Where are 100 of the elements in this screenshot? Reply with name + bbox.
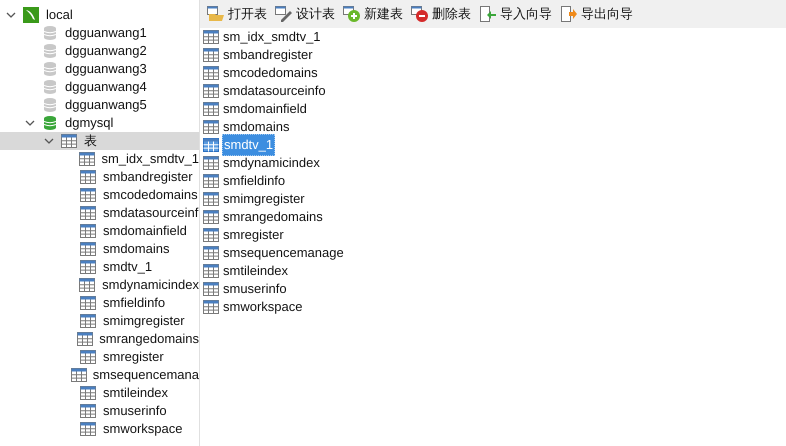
toolbar-button[interactable]: 设计表	[274, 2, 336, 26]
tree-item[interactable]: smbandregister	[0, 168, 199, 186]
table-icon	[78, 152, 95, 166]
table-icon	[77, 332, 94, 346]
table-name[interactable]: smdomainfield	[222, 99, 308, 119]
table-icon	[203, 30, 219, 44]
database-icon	[44, 44, 56, 58]
table-name[interactable]: smbandregister	[222, 45, 314, 65]
tree-label: smdomainfield	[103, 222, 187, 240]
tree-label: smsequencemana	[92, 366, 199, 384]
table-name[interactable]: smfieldinfo	[222, 171, 286, 191]
table-name[interactable]: smworkspace	[222, 297, 304, 317]
table-icon	[203, 102, 219, 116]
table-icon	[80, 422, 96, 436]
table-name[interactable]: smcodedomains	[222, 63, 319, 83]
toolbar-button[interactable]: 新建表	[342, 2, 404, 26]
table-icon	[70, 368, 87, 382]
tree-label: sm_idx_smdtv_1	[101, 150, 199, 168]
table-name[interactable]: smsequencemanage	[222, 243, 345, 263]
tree-item[interactable]: smdomains	[0, 240, 199, 258]
tree-item[interactable]: smtileindex	[0, 384, 199, 402]
table-icon	[80, 314, 96, 328]
table-icon	[203, 174, 219, 188]
table-name[interactable]: smrangedomains	[222, 207, 324, 227]
tree-item[interactable]: dgguanwang3	[0, 60, 199, 78]
tree-label: dgguanwang5	[65, 96, 147, 114]
table-icon	[203, 84, 219, 98]
table-name[interactable]: sm_idx_smdtv_1	[222, 27, 322, 47]
table-name[interactable]: smdynamicindex	[222, 153, 321, 173]
tree-label: smrangedomains	[99, 330, 199, 348]
table-icon	[80, 206, 96, 220]
tree-label: smregister	[103, 348, 164, 366]
tree-label: dgguanwang4	[65, 78, 147, 96]
table-icon	[203, 282, 219, 296]
table-icon	[79, 278, 96, 292]
chevron-icon[interactable]	[6, 11, 16, 19]
table-name[interactable]: smdomains	[222, 117, 290, 137]
tree-item[interactable]: sm_idx_smdtv_1	[0, 150, 199, 168]
table-icon	[80, 296, 96, 310]
toolbar-button[interactable]: 导出向导	[559, 2, 634, 26]
tree-label: smtileindex	[103, 384, 168, 402]
tree-label: dgguanwang3	[65, 60, 147, 78]
tree-item[interactable]: smimgregister	[0, 312, 199, 330]
tree-label: dgmysql	[65, 114, 114, 132]
tree-item[interactable]: smdomainfield	[0, 222, 199, 240]
import-icon	[479, 6, 497, 22]
table-icon	[80, 260, 96, 274]
tree-label: smbandregister	[103, 168, 193, 186]
table-icon	[80, 350, 96, 364]
table-icon	[80, 242, 96, 256]
export-icon	[560, 6, 578, 22]
tree-label: smuserinfo	[103, 402, 167, 420]
table-icon	[203, 138, 219, 152]
toolbar-button[interactable]: 导入向导	[478, 2, 553, 26]
tree-item[interactable]: local	[0, 6, 199, 24]
tree-item[interactable]: smsequencemana	[0, 366, 199, 384]
table-icon	[203, 210, 219, 224]
tree-item[interactable]: dgguanwang1	[0, 24, 199, 42]
tree-item[interactable]: smuserinfo	[0, 402, 199, 420]
tree-label: dgguanwang2	[65, 42, 147, 60]
tree-item[interactable]: dgmysql	[0, 114, 199, 132]
tree-item[interactable]: dgguanwang4	[0, 78, 199, 96]
tree-item[interactable]: 表	[0, 132, 199, 150]
tree-item[interactable]: smworkspace	[0, 420, 199, 438]
plus-icon	[343, 6, 361, 22]
toolbar-button[interactable]: 打开表	[206, 2, 268, 26]
tree-item[interactable]: smdynamicindex	[0, 276, 199, 294]
table-name[interactable]: smregister	[222, 225, 285, 245]
table-name[interactable]: smuserinfo	[222, 279, 288, 299]
database-icon	[44, 26, 56, 40]
tree-label: smdomains	[103, 240, 170, 258]
table-icon	[80, 170, 96, 184]
tree-label: smfieldinfo	[103, 294, 166, 312]
toolbar-button[interactable]: 删除表	[410, 2, 472, 26]
table-name[interactable]: smimgregister	[222, 189, 306, 209]
tree-item[interactable]: smdtv_1	[0, 258, 199, 276]
tree-label: dgguanwang1	[65, 24, 147, 42]
table-icon	[203, 228, 219, 242]
tree-item[interactable]: dgguanwang5	[0, 96, 199, 114]
tree-item[interactable]: dgguanwang2	[0, 42, 199, 60]
tree-item[interactable]: smcodedomains	[0, 186, 199, 204]
table-name[interactable]: smtileindex	[222, 261, 290, 281]
minus-icon	[411, 6, 429, 22]
tree-item[interactable]: smfieldinfo	[0, 294, 199, 312]
table-name[interactable]: smdatasourceinfo	[222, 81, 327, 101]
table-icon	[203, 264, 219, 278]
table-icon	[203, 66, 219, 80]
tree-item[interactable]: smrangedomains	[0, 330, 199, 348]
database-icon	[44, 80, 56, 94]
tree-label: smimgregister	[103, 312, 185, 330]
table-icon	[80, 188, 96, 202]
tree-item[interactable]: smregister	[0, 348, 199, 366]
pencil-icon	[275, 6, 293, 22]
folder-icon	[207, 6, 225, 22]
tree-item[interactable]: smdatasourceinf	[0, 204, 199, 222]
table-icon	[203, 156, 219, 170]
database-icon	[44, 116, 56, 130]
tree-label: smdatasourceinf	[103, 204, 198, 222]
table-icon	[80, 404, 96, 418]
table-icon	[80, 224, 96, 238]
